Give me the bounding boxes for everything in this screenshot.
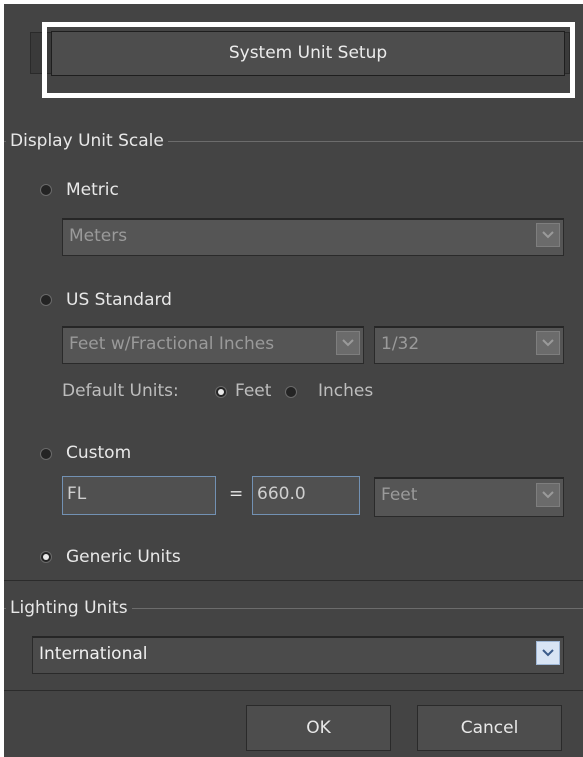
custom-amount-field[interactable]: 660.0 <box>252 476 360 515</box>
metric-unit-dropdown[interactable]: Meters <box>62 218 564 256</box>
ok-button[interactable]: OK <box>246 705 391 751</box>
us-standard-label: US Standard <box>66 290 172 310</box>
custom-unit-value: Feet <box>381 485 418 505</box>
chevron-down-icon[interactable] <box>536 483 560 507</box>
chevron-down-icon[interactable] <box>336 331 360 355</box>
generic-units-radio[interactable] <box>40 551 52 563</box>
inches-label: Inches <box>318 381 374 401</box>
default-inches-radio[interactable] <box>285 386 297 398</box>
chevron-down-icon[interactable] <box>536 331 560 355</box>
equals-sign: = <box>229 484 244 504</box>
lighting-units-bottom-line <box>4 690 583 691</box>
metric-label: Metric <box>66 180 119 200</box>
default-feet-radio[interactable] <box>215 386 227 398</box>
custom-name-field[interactable]: FL <box>62 476 216 515</box>
metric-radio[interactable] <box>40 184 52 196</box>
fraction-value: 1/32 <box>381 334 420 354</box>
chevron-down-icon[interactable] <box>536 641 560 665</box>
custom-label: Custom <box>66 443 132 463</box>
fraction-dropdown[interactable]: 1/32 <box>374 326 564 364</box>
chevron-down-icon[interactable] <box>536 223 560 247</box>
metric-unit-value: Meters <box>69 226 128 246</box>
generic-units-label: Generic Units <box>66 547 181 567</box>
lighting-units-value: International <box>39 644 148 664</box>
lighting-units-dropdown[interactable]: International <box>32 636 564 674</box>
highlight-frame <box>42 22 575 98</box>
default-units-label: Default Units: <box>62 381 179 401</box>
custom-unit-dropdown[interactable]: Feet <box>374 477 564 517</box>
display-unit-scale-label: Display Unit Scale <box>6 131 168 151</box>
display-unit-scale-bottom-line <box>4 580 583 581</box>
us-standard-unit-dropdown[interactable]: Feet w/Fractional Inches <box>62 326 364 364</box>
feet-label: Feet <box>235 381 272 401</box>
cancel-button[interactable]: Cancel <box>417 705 562 751</box>
lighting-units-label: Lighting Units <box>6 598 132 618</box>
us-standard-unit-value: Feet w/Fractional Inches <box>69 334 275 354</box>
us-standard-radio[interactable] <box>40 294 52 306</box>
custom-radio[interactable] <box>40 448 52 460</box>
